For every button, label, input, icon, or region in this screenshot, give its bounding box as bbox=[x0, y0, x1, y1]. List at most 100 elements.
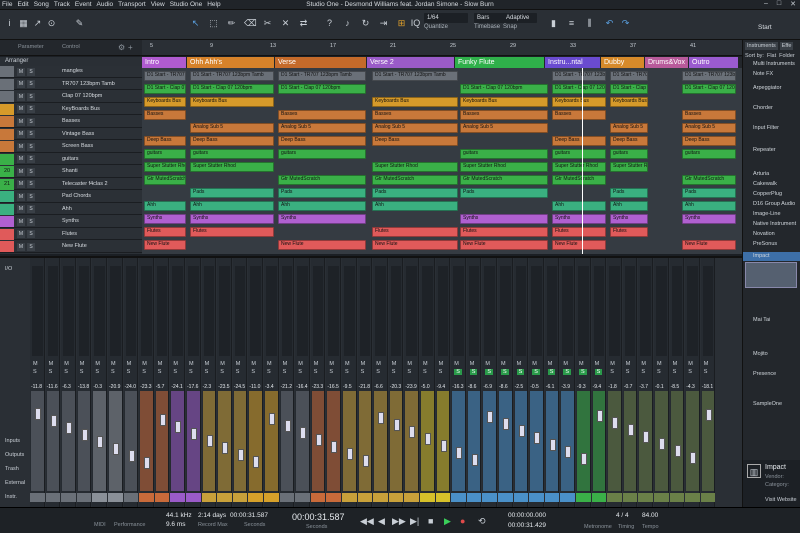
track-header[interactable]: M S KeyBoards Bus bbox=[0, 103, 142, 115]
mute-button[interactable]: M bbox=[517, 361, 522, 367]
track-mute-button[interactable]: M bbox=[17, 80, 25, 88]
track-header[interactable]: M S Synths bbox=[0, 216, 142, 228]
mute-button[interactable]: M bbox=[579, 361, 584, 367]
iq-icon[interactable]: IQ bbox=[410, 18, 421, 29]
track-mute-button[interactable]: M bbox=[17, 230, 25, 238]
mute-button[interactable]: M bbox=[563, 361, 568, 367]
track-header[interactable]: M S New Flute bbox=[0, 241, 142, 253]
track-solo-button[interactable]: S bbox=[27, 67, 35, 76]
browser-item[interactable]: Cakewalk bbox=[743, 180, 800, 189]
arrow-tool-icon[interactable]: ↖ bbox=[190, 18, 201, 29]
browser-item[interactable]: Input Filter bbox=[743, 124, 800, 133]
insert-slots[interactable] bbox=[156, 266, 168, 356]
solo-button[interactable]: S bbox=[95, 369, 99, 375]
track-mute-button[interactable]: M bbox=[17, 67, 25, 76]
event-clip[interactable]: Ahh bbox=[610, 201, 648, 211]
solo-button[interactable]: S bbox=[361, 369, 365, 375]
mute-button[interactable]: M bbox=[439, 361, 444, 367]
fader-handle[interactable] bbox=[534, 432, 541, 444]
split-tool-icon[interactable]: ✂ bbox=[262, 18, 273, 29]
fader-handle[interactable] bbox=[471, 454, 478, 466]
insert-slots[interactable] bbox=[437, 266, 449, 356]
fader-handle[interactable] bbox=[315, 434, 322, 446]
mix-icon[interactable]: ⫼ bbox=[584, 18, 595, 29]
mute-button[interactable]: M bbox=[361, 361, 366, 367]
event-clip[interactable]: guitars bbox=[610, 149, 648, 159]
event-clip[interactable]: Ahh bbox=[144, 201, 186, 211]
insert-slots[interactable] bbox=[63, 266, 74, 356]
mute-button[interactable]: M bbox=[251, 361, 256, 367]
mute-button[interactable]: M bbox=[142, 361, 147, 367]
fader-handle[interactable] bbox=[440, 440, 447, 452]
sort-folder[interactable]: Folder bbox=[779, 53, 795, 59]
event-clip[interactable]: Flutes bbox=[372, 227, 458, 237]
event-clip[interactable]: Ahh bbox=[552, 201, 606, 211]
insert-slots[interactable] bbox=[671, 266, 683, 356]
fader-handle[interactable] bbox=[425, 433, 431, 445]
play-icon[interactable]: ▶ bbox=[444, 516, 451, 527]
arranger-track[interactable]: Intro Ohh Ahh's Verse Verse 2 Funky Flute Ins… bbox=[142, 57, 742, 68]
track-mute-button[interactable]: M bbox=[17, 180, 25, 188]
solo-button[interactable]: S bbox=[392, 369, 396, 375]
event-clip[interactable]: New Flute bbox=[682, 240, 736, 250]
fader-handle[interactable] bbox=[237, 449, 244, 461]
event-clip[interactable]: D1 Start - Clap 07 120bpm bbox=[682, 84, 736, 94]
mute-button[interactable]: M bbox=[314, 361, 319, 367]
fader-handle[interactable] bbox=[503, 418, 509, 430]
mute-button[interactable]: M bbox=[454, 361, 459, 367]
event-clip[interactable]: Keyboards Bus bbox=[144, 97, 186, 107]
mixer-side-button[interactable]: I/O bbox=[5, 266, 12, 272]
fader-handle[interactable] bbox=[300, 427, 307, 439]
solo-button[interactable]: S bbox=[469, 369, 478, 375]
event-clip[interactable]: New Flute bbox=[144, 240, 186, 250]
solo-button[interactable]: S bbox=[563, 369, 572, 375]
eraser-tool-icon[interactable]: ⌫ bbox=[244, 18, 257, 29]
event-clip[interactable]: D1 Start - Clap 07 120bpm bbox=[610, 84, 648, 94]
help-icon[interactable]: ? bbox=[324, 18, 335, 29]
snap-icon[interactable]: ⊞ bbox=[396, 18, 407, 29]
track-header[interactable]: M S Screen Bass bbox=[0, 141, 142, 153]
track-solo-button[interactable]: S bbox=[27, 205, 35, 213]
insert-slots[interactable] bbox=[422, 266, 433, 356]
event-clip[interactable]: guitars bbox=[552, 149, 606, 159]
track-header[interactable]: M S Flutes bbox=[0, 228, 142, 240]
mute-button[interactable]: M bbox=[641, 361, 646, 367]
right-locator[interactable]: 00:00:31.429 bbox=[508, 522, 546, 529]
mute-button[interactable]: M bbox=[127, 361, 132, 367]
track-mute-button[interactable]: M bbox=[17, 167, 25, 176]
event-clip[interactable]: Synths bbox=[460, 214, 548, 224]
mute-button[interactable]: M bbox=[532, 361, 537, 367]
solo-button[interactable]: S bbox=[205, 369, 209, 375]
event-clip[interactable]: Ahh bbox=[372, 201, 458, 211]
fader-handle[interactable] bbox=[191, 428, 197, 440]
track-solo-button[interactable]: S bbox=[27, 80, 35, 88]
fader-handle[interactable] bbox=[393, 419, 400, 431]
grid-icon[interactable]: ▦ bbox=[18, 18, 29, 29]
mute-button[interactable]: M bbox=[673, 361, 678, 367]
rewind-icon[interactable]: ◀◀ bbox=[360, 516, 374, 527]
track-solo-button[interactable]: S bbox=[27, 142, 35, 151]
browser-item[interactable]: Repeater bbox=[743, 146, 800, 155]
solo-button[interactable]: S bbox=[220, 369, 224, 375]
event-clip[interactable]: Deep Bass bbox=[552, 136, 606, 146]
track-mute-button[interactable]: M bbox=[17, 242, 25, 251]
settings-icon[interactable]: ⚙ bbox=[118, 43, 125, 52]
listen-tool-icon[interactable]: ♪ bbox=[342, 18, 353, 29]
event-clip[interactable]: Super Stutter Rhod bbox=[460, 162, 548, 172]
mute-button[interactable]: M bbox=[345, 361, 350, 367]
range-tool-icon[interactable]: ⬚ bbox=[208, 18, 219, 29]
event-clip[interactable]: Pads bbox=[190, 188, 274, 198]
track-header[interactable]: M S Clap 07 120bpm bbox=[0, 91, 142, 103]
event-clip[interactable]: Synths bbox=[682, 214, 736, 224]
solo-button[interactable]: S bbox=[173, 369, 177, 375]
solo-button[interactable]: S bbox=[532, 369, 540, 375]
mute-button[interactable]: M bbox=[688, 361, 693, 367]
insert-slots[interactable] bbox=[515, 266, 527, 356]
insert-slots[interactable] bbox=[281, 266, 293, 356]
insert-slots[interactable] bbox=[562, 266, 573, 356]
event-clip[interactable]: Synths bbox=[144, 214, 186, 224]
mute-button[interactable]: M bbox=[407, 361, 412, 367]
event-clip[interactable]: Basses bbox=[144, 110, 186, 120]
solo-button[interactable]: S bbox=[454, 369, 462, 375]
arranger-section[interactable]: Intro bbox=[142, 57, 186, 68]
